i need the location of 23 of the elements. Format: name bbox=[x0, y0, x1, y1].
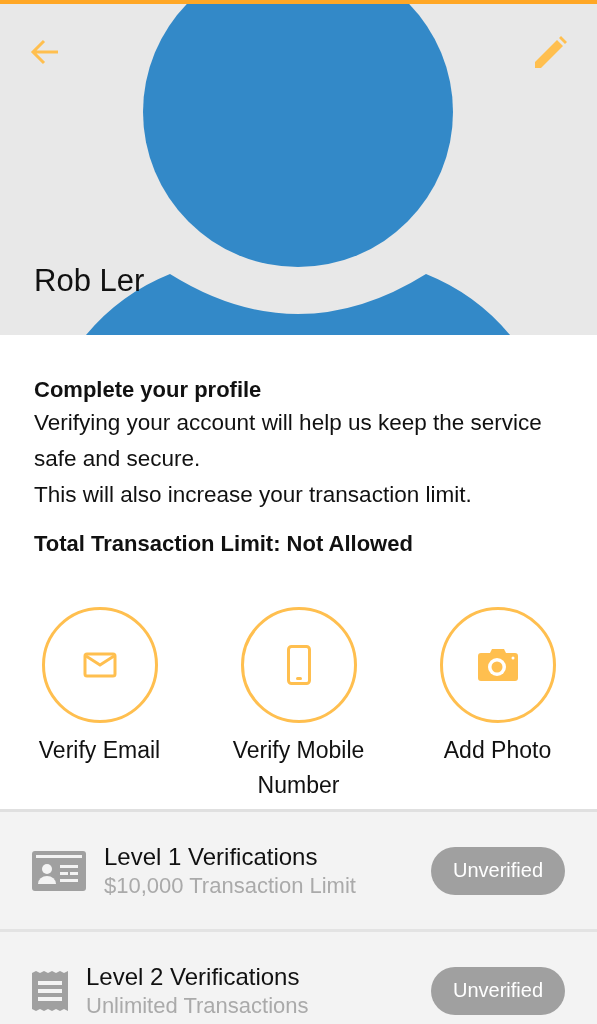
profile-description: Verifying your account will help us keep the service safe and secure. bbox=[34, 409, 543, 473]
action-label: Add Photo bbox=[442, 736, 553, 765]
receipt-icon bbox=[32, 970, 68, 1011]
verification-level-row[interactable]: Level 2 Verifications Unlimited Transactions Unverified bbox=[0, 932, 597, 1024]
envelope-icon bbox=[82, 652, 117, 678]
profile-name: Rob Ler bbox=[33, 263, 146, 299]
status-badge: Unverified bbox=[431, 966, 565, 1015]
profile-heading: Complete your profile bbox=[34, 376, 263, 404]
camera-icon bbox=[477, 649, 518, 681]
level-title: Level 1 Verifications bbox=[104, 842, 319, 871]
smartphone-icon bbox=[286, 645, 311, 685]
verification-level-row[interactable]: Level 1 Verifications $10,000 Transaction Limit Unverified bbox=[0, 812, 597, 932]
status-badge: Unverified bbox=[431, 846, 565, 895]
profile-description: This will also increase your transaction limit. bbox=[34, 481, 473, 509]
level-subtitle: Unlimited Transactions bbox=[86, 992, 310, 1019]
back-arrow-icon[interactable] bbox=[30, 38, 60, 66]
level-subtitle: $10,000 Transaction Limit bbox=[104, 872, 357, 899]
transaction-limit: Total Transaction Limit: Not Allowed bbox=[34, 531, 414, 557]
level-title: Level 2 Verifications bbox=[86, 962, 301, 991]
id-card-icon bbox=[32, 850, 86, 891]
pencil-icon[interactable] bbox=[535, 36, 567, 68]
action-label: Verify Mobile Number bbox=[231, 736, 366, 800]
action-label: Verify Email bbox=[37, 736, 162, 765]
